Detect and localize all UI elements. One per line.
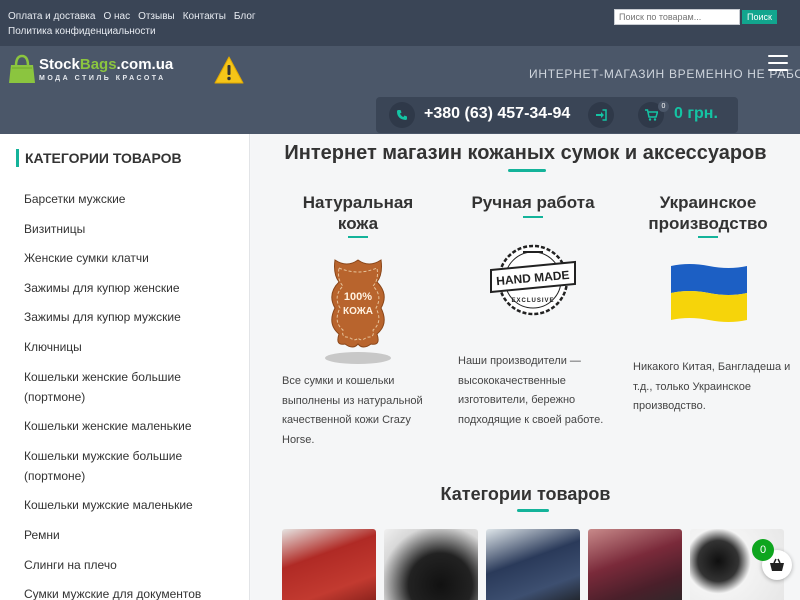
category-thumbnail-clutches[interactable] [588, 529, 682, 600]
top-nav: Оплата и доставка О нас Отзывы Контакты Блог… [8, 9, 298, 39]
nav-link-reviews[interactable]: Отзывы [138, 9, 175, 24]
top-bar: Оплата и доставка О нас Отзывы Контакты Блог… [0, 0, 800, 46]
feature-title-handmade: Ручная работа [458, 192, 608, 213]
categories-underline [517, 509, 549, 512]
category-list: Барсетки мужские Визитницы Женские сумки… [24, 189, 234, 600]
main-content: Интернет магазин кожаных сумок и аксессу… [251, 134, 800, 600]
category-item[interactable]: Визитницы [24, 219, 234, 239]
header: StockBags.com.ua МОДА СТИЛЬ КРАСОТА ИНТЕ… [0, 46, 800, 134]
category-thumbnail-men-bags[interactable] [486, 529, 580, 600]
leather-badge-text: КОЖА [343, 306, 373, 317]
logo-text[interactable]: StockBags.com.ua [39, 56, 173, 73]
feature-title-line: кожа [337, 214, 379, 233]
title-underline [508, 169, 546, 172]
feature-title-line: Украинское [659, 193, 757, 212]
logo-tagline: МОДА СТИЛЬ КРАСОТА [39, 75, 166, 82]
category-thumbnail-women-bags[interactable] [282, 529, 376, 600]
nav-link-payment-delivery[interactable]: Оплата и доставка [8, 9, 95, 24]
category-item[interactable]: Кошельки женские маленькие [24, 416, 234, 436]
logo-suffix: .com.ua [116, 56, 174, 73]
cart-count-badge: 0 [658, 101, 669, 112]
ukraine-flag-icon [671, 264, 747, 322]
logo-brand: Bags [79, 56, 117, 73]
search-button[interactable]: Поиск [742, 10, 777, 24]
hand-made-badge-text: EXCLUSIVE [511, 298, 554, 304]
feature-underline [698, 236, 718, 238]
phone-icon[interactable] [389, 102, 415, 128]
categories-heading: Категории товаров [440, 484, 611, 504]
category-item[interactable]: Женские сумки клатчи [24, 248, 234, 268]
feature-title-line: Ручная работа [471, 193, 595, 212]
leather-badge-icon: 100% КОЖА [325, 259, 391, 364]
page-title: Интернет магазин кожаных сумок и аксессу… [284, 142, 767, 164]
hand-made-badge-icon: HAND MADE EXCLUSIVE [490, 244, 576, 316]
category-item[interactable]: Ключницы [24, 337, 234, 357]
feature-title-line: производство [648, 214, 768, 233]
shopping-bag-logo-icon[interactable] [8, 54, 36, 84]
sidebar-title: КАТЕГОРИИ ТОВАРОВ [16, 149, 182, 167]
warning-icon [214, 56, 244, 84]
phone-number[interactable]: +380 (63) 457-34-94 [424, 105, 570, 123]
logo-prefix: Stock [39, 56, 80, 73]
nav-link-about[interactable]: О нас [103, 9, 130, 24]
feature-text-ukraine: Никакого Китая, Бангладеша и т.д., тольк… [633, 361, 791, 412]
category-item[interactable]: Зажимы для купюр женские [24, 278, 234, 298]
feature-underline [523, 216, 543, 218]
nav-link-contacts[interactable]: Контакты [183, 9, 226, 24]
category-item[interactable]: Кошельки мужские большие (портмоне) [24, 446, 234, 486]
feature-title-ukraine: Украинское производство [633, 192, 783, 234]
login-icon[interactable] [588, 102, 614, 128]
nav-link-blog[interactable]: Блог [234, 9, 256, 24]
feature-underline [348, 236, 368, 238]
feature-text-leather: Все сумки и кошельки выполнены из натура… [282, 375, 423, 446]
contact-bar: +380 (63) 457-34-94 0 0 грн. [376, 97, 738, 133]
basket-icon [770, 558, 784, 571]
category-item[interactable]: Кошельки мужские маленькие [24, 495, 234, 515]
category-item[interactable]: Слинги на плечо [24, 555, 234, 575]
nav-link-privacy-policy[interactable]: Политика конфиденциальности [8, 24, 156, 39]
floating-cart-count: 0 [752, 539, 774, 561]
feature-title-line: Натуральная [302, 193, 414, 212]
category-item[interactable]: Барсетки мужские [24, 189, 234, 209]
category-item[interactable]: Кошельки женские большие (портмоне) [24, 367, 234, 407]
menu-icon[interactable] [768, 55, 788, 71]
category-thumbnail-wallets[interactable] [384, 529, 478, 600]
feature-title-leather: Натуральная кожа [283, 192, 433, 234]
category-item[interactable]: Ремни [24, 525, 234, 545]
category-item[interactable]: Зажимы для купюр мужские [24, 307, 234, 327]
search-input[interactable] [614, 9, 740, 25]
feature-text-handmade: Наши производители — высококачественные … [458, 355, 604, 426]
cart-total[interactable]: 0 грн. [674, 105, 718, 123]
sidebar: КАТЕГОРИИ ТОВАРОВ Барсетки мужские Визит… [0, 134, 250, 600]
announcement-marquee: ИНТЕРНЕТ-МАГАЗИН ВРЕМЕННО НЕ РАБОТАЕТ [529, 67, 800, 81]
category-item[interactable]: Сумки мужские для документов [24, 584, 234, 600]
leather-badge-text: 100% [344, 291, 372, 303]
